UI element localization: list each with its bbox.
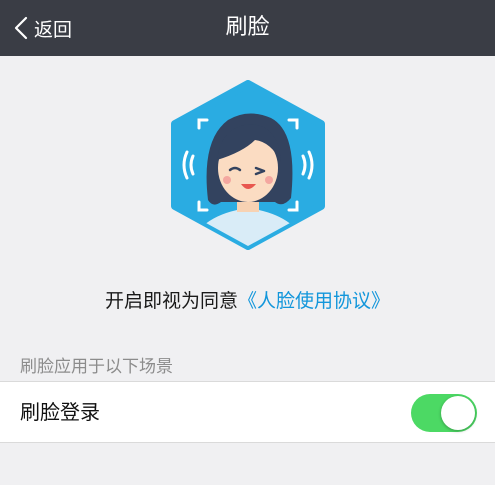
face-usage-agreement-link[interactable]: 《人脸使用协议》 [238,290,390,312]
nav-bar: 返回 刷脸 [0,0,495,56]
agreement-prefix: 开启即视为同意 [104,290,238,312]
face-scan-illustration [163,80,333,250]
page-title: 刷脸 [225,15,270,40]
face-login-toggle[interactable] [411,394,477,432]
agreement-text: 开启即视为同意《人脸使用协议》 [0,286,495,313]
face-login-label: 刷脸登录 [20,400,100,424]
face-login-row: 刷脸登录 [0,381,495,443]
toggle-knob [441,396,475,430]
face-scan-icon [171,80,325,250]
section-label: 刷脸应用于以下场景 [20,357,173,377]
